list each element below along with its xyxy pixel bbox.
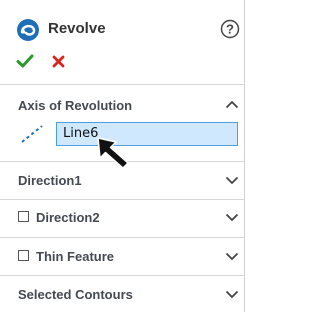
help-question-icon[interactable]: ? [220, 19, 240, 39]
direction2-checkbox[interactable] [18, 211, 29, 222]
chevron-up-icon[interactable] [225, 100, 239, 109]
panel-header: Revolve ? [0, 0, 245, 80]
section-thin-feature[interactable]: Thin Feature [0, 237, 245, 275]
mouse-cursor-icon [97, 137, 129, 169]
feature-title: Revolve [48, 20, 106, 37]
axis-selection-value: Line6 [63, 126, 99, 141]
ok-checkmark-button[interactable] [16, 53, 34, 69]
axis-selection-field[interactable]: Line6 [56, 122, 238, 146]
cancel-x-button[interactable] [51, 54, 66, 69]
section-selected-contours[interactable]: Selected Contours [0, 275, 245, 312]
section-title-thin-feature: Thin Feature [36, 249, 115, 264]
chevron-down-icon[interactable] [225, 252, 239, 261]
section-title-selected-contours: Selected Contours [18, 287, 133, 302]
svg-text:?: ? [226, 22, 234, 37]
section-title-direction1: Direction1 [18, 173, 82, 188]
section-title-axis-of-revolution[interactable]: Axis of Revolution [18, 98, 132, 113]
thin-feature-checkbox[interactable] [18, 250, 29, 261]
chevron-down-icon[interactable] [225, 213, 239, 222]
chevron-down-icon[interactable] [225, 290, 239, 299]
revolve-feature-icon [17, 19, 39, 41]
section-title-direction2: Direction2 [36, 210, 100, 225]
property-manager-panel: Revolve ? Axis of Revolution Line6 Direc… [0, 0, 245, 312]
axis-line-icon [21, 125, 43, 143]
section-direction2[interactable]: Direction2 [0, 199, 245, 237]
chevron-down-icon[interactable] [225, 176, 239, 185]
